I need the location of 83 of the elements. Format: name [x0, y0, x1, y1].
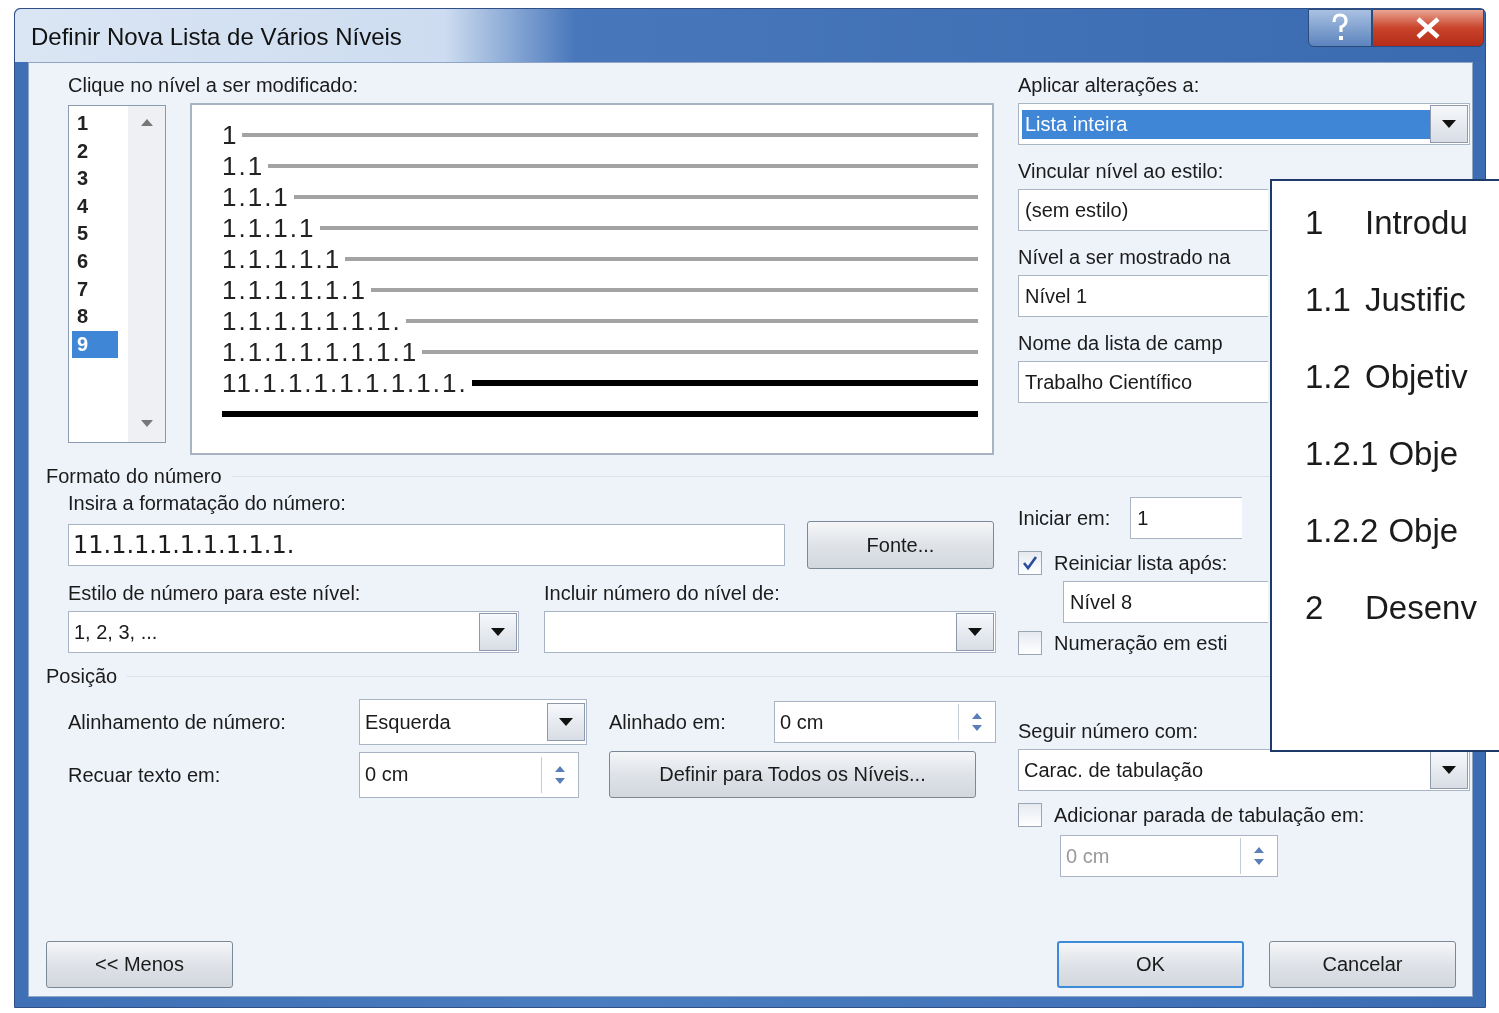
level-number: 1	[222, 119, 239, 150]
field-label: Insira a formatação do número:	[68, 491, 347, 515]
close-icon	[1415, 17, 1441, 39]
caret-icon	[1442, 766, 1456, 774]
group-title: Posição	[46, 664, 118, 688]
list-item[interactable]: 1	[72, 110, 118, 138]
window-title: Definir Nova Lista de Vários Níveis	[31, 23, 402, 51]
field-label: Vincular nível ao estilo:	[1018, 159, 1225, 183]
button[interactable]: Cancelar	[1269, 941, 1456, 988]
text-field[interactable]: Nível 8	[1063, 581, 1268, 623]
button[interactable]: Definir para Todos os Níveis...	[609, 751, 976, 798]
checkbox[interactable]	[1018, 631, 1042, 655]
heading-title: Justific	[1365, 280, 1466, 320]
heading-title: Obje	[1388, 434, 1459, 474]
level-number: 1.1.1.1.1.1.1.1	[222, 336, 419, 367]
scroll-down-icon	[139, 420, 154, 428]
field-label: Alinhamento de número:	[68, 710, 287, 734]
heading-number: 1	[1305, 203, 1325, 243]
list-item[interactable]: 6	[72, 247, 118, 276]
spin-field[interactable]: 0 cm	[359, 751, 579, 798]
field-label: Seguir número com:	[1018, 719, 1200, 743]
field-label: Aplicar alterações a:	[1018, 73, 1201, 97]
caret-icon	[968, 628, 982, 636]
level-list[interactable]: 1 2 3 4 5 6 7 8 9	[68, 105, 166, 443]
field-label: Alinhado em:	[609, 710, 727, 734]
level-number: 1.1.1	[222, 181, 290, 212]
text-field[interactable]: Trabalho Científico	[1018, 361, 1268, 403]
heading-number: 1.2	[1305, 357, 1352, 397]
dropdown[interactable]: Carac. de tabulação	[1018, 749, 1470, 791]
checkbox[interactable]	[1018, 551, 1042, 575]
group-title: Formato do número	[46, 464, 222, 488]
dropdown[interactable]: Lista inteira	[1018, 103, 1470, 145]
spin-field[interactable]: 0 cm	[774, 701, 996, 743]
checkbox-label: Adicionar parada de tabulação em:	[1054, 803, 1365, 827]
check-icon	[1021, 554, 1039, 572]
field-label: Iniciar em:	[1018, 506, 1111, 530]
text-field[interactable]: Nível 1	[1018, 275, 1268, 317]
close-button[interactable]	[1372, 9, 1484, 47]
field-label: Incluir número do nível de:	[544, 581, 780, 605]
field-label: Estilo de número para este nível:	[68, 581, 362, 605]
dropdown[interactable]: Esquerda	[359, 699, 587, 745]
field-label: Clique no nível a ser modificado:	[68, 73, 360, 97]
level-number: 1.1.1.1.1.1	[222, 274, 367, 305]
field-label: Recuar texto em:	[68, 762, 222, 787]
checkbox-label: Numeração em esti	[1054, 631, 1228, 655]
level-number: 1.1	[222, 150, 265, 181]
help-icon	[1330, 13, 1350, 43]
level-number: 1.1.1.1	[222, 212, 316, 243]
caret-icon	[559, 718, 573, 726]
caret-icon	[1442, 120, 1456, 128]
scroll-up-icon	[139, 118, 154, 126]
heading-title: Desenv	[1365, 588, 1477, 628]
text-field[interactable]: (sem estilo)	[1018, 189, 1268, 231]
list-item[interactable]: 4	[72, 192, 118, 221]
checkbox-label: Reiniciar lista após:	[1054, 551, 1228, 575]
level-number: 11.1.1.1.1.1.1.1.1.	[222, 367, 468, 398]
heading-title: Introdu	[1365, 203, 1468, 243]
heading-number: 2	[1305, 588, 1325, 628]
level-number: 1.1.1.1.1	[222, 243, 342, 274]
level-number: 1.1.1.1.1.1.1.	[222, 305, 402, 336]
text-field[interactable]: 1	[1130, 497, 1243, 539]
heading-title: Obje	[1388, 511, 1459, 551]
scrollbar[interactable]	[128, 106, 165, 442]
heading-title: Objetiv	[1365, 357, 1468, 397]
list-item[interactable]: 3	[72, 165, 118, 193]
text-field[interactable]: 11.1.1.1.1.1.1.1.1.	[68, 524, 785, 566]
caret-icon	[491, 628, 505, 636]
dropdown[interactable]	[544, 611, 996, 653]
heading-number: 1.2.1	[1305, 434, 1379, 474]
list-item[interactable]: 7	[72, 275, 118, 304]
heading-number: 1.2.2	[1305, 511, 1379, 551]
list-item[interactable]: 8	[72, 303, 118, 331]
field-label: Nível a ser mostrado na	[1018, 245, 1232, 269]
list-item[interactable]: 9	[72, 330, 118, 359]
button[interactable]: << Menos	[46, 941, 233, 988]
button[interactable]: OK	[1057, 941, 1244, 988]
field-label: Nome da lista de camp	[1018, 331, 1224, 355]
help-button[interactable]	[1308, 9, 1372, 47]
heading-number: 1.1	[1305, 280, 1352, 320]
button[interactable]: Fonte...	[807, 521, 994, 569]
list-item[interactable]: 5	[72, 220, 118, 248]
list-item[interactable]: 2	[72, 137, 118, 166]
dropdown[interactable]: 1, 2, 3, ...	[68, 611, 519, 653]
